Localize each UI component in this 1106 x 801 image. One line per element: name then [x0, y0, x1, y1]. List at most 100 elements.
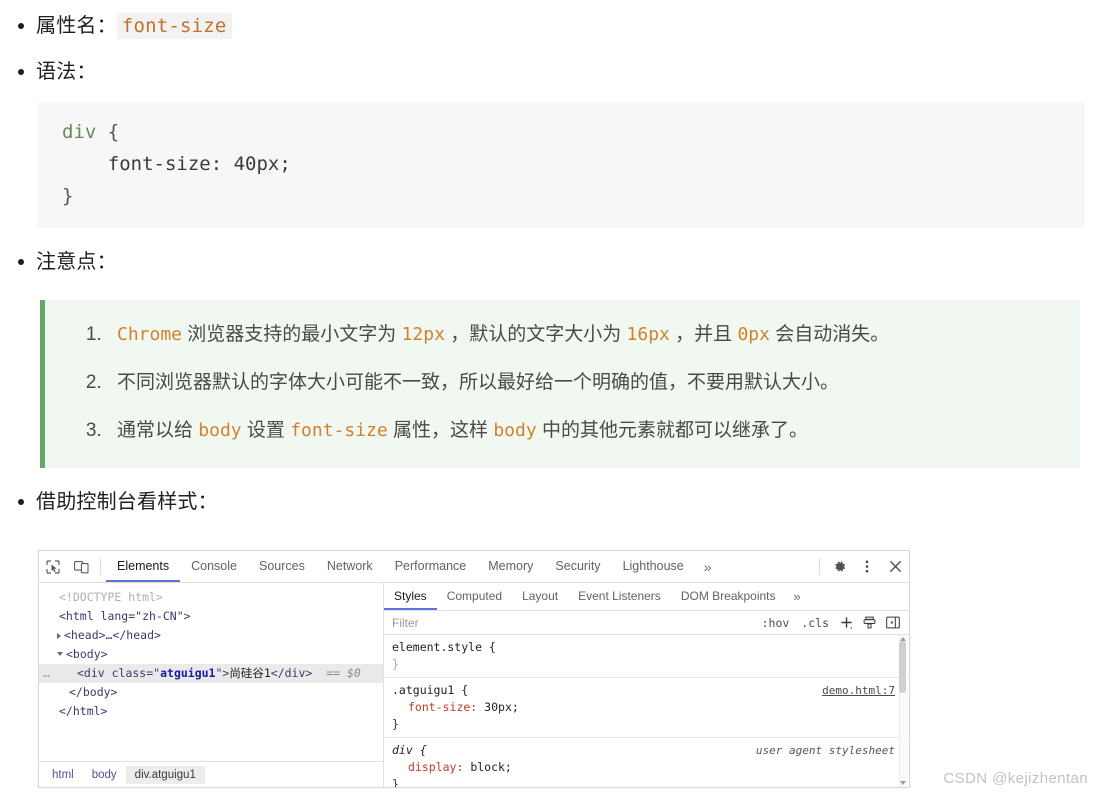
code-selector: div — [62, 121, 97, 143]
styles-tab-list: Styles Computed Layout Event Listeners DOM B… — [384, 583, 909, 611]
devtools-tab-console[interactable]: Console — [180, 551, 248, 582]
devtools-tabs-overflow-icon[interactable]: » — [695, 551, 721, 582]
note-item: Chrome 浏览器支持的最小文字为 12px ，默认的文字大小为 16px ，… — [107, 320, 1080, 350]
style-rule[interactable]: element.style {} — [384, 635, 909, 678]
devtools-tab-sources[interactable]: Sources — [248, 551, 316, 582]
note-text: ，默认的文字大小为 — [444, 324, 627, 345]
toggle-sidebar-icon[interactable] — [881, 616, 905, 629]
bullet-property-name-text: 属性名： font-size — [36, 10, 232, 42]
bullet-devtools: 借助控制台看样式： — [0, 486, 1106, 518]
bullet-notes: 注意点： — [0, 246, 1106, 278]
note-inline-code: 0px — [737, 324, 770, 345]
rule-selector[interactable]: element.style { — [392, 640, 496, 654]
styles-tab-event-listeners[interactable]: Event Listeners — [568, 583, 671, 610]
scroll-down-arrow-icon[interactable] — [900, 781, 906, 785]
toolbar-divider — [819, 558, 820, 575]
devtools-tab-lighthouse[interactable]: Lighthouse — [612, 551, 695, 582]
style-rule[interactable]: div {display: block;} user agent styleshe… — [384, 738, 909, 787]
property-name-code: font-size — [116, 13, 232, 39]
dom-line-head: <head>…</head> — [39, 626, 383, 645]
styles-tab-computed[interactable]: Computed — [437, 583, 512, 610]
div-tag-mid: "> — [215, 666, 230, 680]
breadcrumb-item[interactable]: div.atguigu1 — [125, 765, 205, 784]
div-text-node: 尚硅谷1 — [229, 666, 271, 680]
code-close-brace: } — [62, 185, 74, 207]
style-rules-list: element.style {} .atguigu1 { font-size: 30… — [384, 635, 909, 787]
collapse-arrow-icon[interactable] — [57, 652, 63, 656]
html-open-tag[interactable]: <html lang="zh-CN"> — [59, 607, 191, 626]
declaration-value[interactable]: 30px; — [477, 700, 519, 714]
new-style-rule-icon[interactable] — [835, 616, 858, 629]
device-toolbar-icon[interactable] — [67, 551, 95, 582]
dom-line-html-open: <html lang="zh-CN"> — [39, 607, 383, 626]
styles-tab-dom-breakpoints[interactable]: DOM Breakpoints — [671, 583, 786, 610]
styles-scroll-thumb[interactable] — [899, 641, 906, 693]
devtools-toolbar: Elements Console Sources Network Performance… — [39, 551, 909, 583]
devtools-toolbar-right — [814, 551, 909, 582]
note-text: 不同浏览器默认的字体大小可能不一致，所以最好给一个明确的值，不要用默认大小。 — [117, 372, 840, 393]
css-code-block: div { font-size: 40px; } — [38, 102, 1085, 228]
note-item: 不同浏览器默认的字体大小可能不一致，所以最好给一个明确的值，不要用默认大小。 — [107, 368, 1080, 398]
rule-close-brace: } — [392, 657, 399, 671]
article-body: 属性名： font-size 语法： div { font-size: 40px;… — [0, 10, 1106, 518]
rule-origin-link[interactable]: demo.html:7 — [822, 682, 895, 699]
note-text: 设置 — [241, 420, 291, 441]
declaration-property[interactable]: font-size: — [392, 700, 477, 714]
notes-callout: Chrome 浏览器支持的最小文字为 12px ，默认的文字大小为 16px ，… — [40, 300, 1080, 468]
property-name-label: 属性名： — [36, 15, 117, 37]
breadcrumb-item[interactable]: body — [83, 766, 126, 784]
dom-tree-pane: <!DOCTYPE html> <html lang="zh-CN"> <hea… — [39, 583, 384, 787]
close-icon[interactable] — [881, 551, 909, 582]
toolbar-divider — [100, 558, 101, 575]
body-close-tag: </body> — [69, 685, 118, 699]
rule-selector[interactable]: .atguigu1 { — [392, 683, 468, 697]
note-inline-code: body — [493, 420, 537, 441]
styles-scrollbar[interactable] — [899, 635, 908, 787]
row-overflow-dots[interactable]: … — [43, 664, 51, 683]
hov-toggle[interactable]: :hov — [756, 616, 796, 630]
devtools-tab-memory[interactable]: Memory — [477, 551, 544, 582]
dom-line-html-close: </html> — [39, 702, 383, 721]
note-inline-code: font-size — [290, 420, 388, 441]
styles-tabs-overflow-icon[interactable]: » — [786, 583, 809, 610]
print-style-icon[interactable] — [858, 616, 881, 629]
inspect-cursor-icon[interactable] — [39, 551, 67, 582]
head-tag[interactable]: <head>…</head> — [64, 626, 161, 645]
note-text: ，并且 — [669, 324, 738, 345]
expand-arrow-icon[interactable] — [57, 632, 61, 639]
selected-node-marker: == $0 — [326, 666, 361, 680]
note-inline-code: 16px — [626, 324, 670, 345]
devtools-tab-elements[interactable]: Elements — [106, 551, 181, 582]
rule-origin-link: user agent stylesheet — [755, 744, 895, 757]
declaration-property[interactable]: display: — [392, 760, 463, 774]
body-open-tag[interactable]: <body> — [66, 645, 108, 664]
styles-filter-input[interactable]: Filter — [384, 616, 756, 630]
bullet-syntax: 语法： — [0, 56, 1106, 88]
bullet-dot-icon — [18, 499, 24, 505]
devtools-tab-security[interactable]: Security — [544, 551, 611, 582]
devtools-panel: Elements Console Sources Network Performance… — [38, 550, 910, 788]
styles-tab-styles[interactable]: Styles — [384, 583, 437, 610]
note-text: 属性，这样 — [387, 420, 494, 441]
kebab-menu-icon[interactable] — [853, 551, 881, 582]
notes-label: 注意点： — [36, 251, 117, 273]
style-rule[interactable]: .atguigu1 { font-size: 30px;} demo.html:7 — [384, 678, 909, 738]
bullet-dot-icon — [18, 69, 24, 75]
devtools-body: <!DOCTYPE html> <html lang="zh-CN"> <hea… — [39, 583, 909, 787]
bullet-dot-icon — [18, 23, 24, 29]
breadcrumb-item[interactable]: html — [43, 766, 83, 784]
declaration-value[interactable]: block; — [463, 760, 512, 774]
code-open-brace: { — [96, 121, 120, 143]
rule-selector[interactable]: div { — [392, 743, 427, 757]
rule-close-brace: } — [392, 717, 399, 731]
gear-icon[interactable] — [825, 551, 853, 582]
cls-toggle[interactable]: .cls — [795, 616, 835, 630]
dom-line-selected-div[interactable]: … <div class=" atguigu1 "> 尚硅谷1 </div> == $0 — [39, 664, 383, 683]
devtools-tab-network[interactable]: Network — [316, 551, 384, 582]
devtools-tab-list: Elements Console Sources Network Performance… — [106, 551, 814, 582]
devtools-tab-performance[interactable]: Performance — [384, 551, 478, 582]
dom-tree: <!DOCTYPE html> <html lang="zh-CN"> <hea… — [39, 583, 383, 761]
notes-list: Chrome 浏览器支持的最小文字为 12px ，默认的文字大小为 16px ，… — [45, 320, 1080, 446]
styles-tab-layout[interactable]: Layout — [512, 583, 568, 610]
syntax-label: 语法： — [36, 61, 97, 83]
